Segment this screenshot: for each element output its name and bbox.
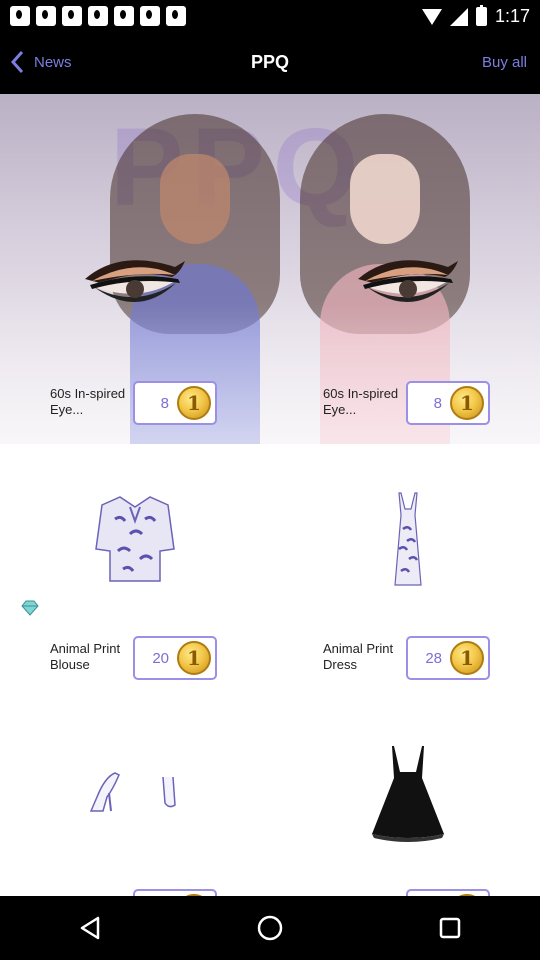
price-button[interactable]: 20 1 — [133, 636, 217, 680]
music-notification-icon — [114, 6, 134, 26]
shop-item[interactable]: Animal Print Blouse 20 1 — [0, 439, 270, 689]
music-notification-icon — [166, 6, 186, 26]
status-bar: 1:17 — [0, 0, 540, 32]
shop-item[interactable]: 60s In-spired Eye... 8 1 — [0, 184, 270, 434]
top-nav-bar: News PPQ Buy all — [0, 32, 540, 94]
price-button[interactable]: 8 1 — [406, 381, 490, 425]
system-nav-bar — [0, 896, 540, 960]
price-value: 28 — [425, 649, 442, 667]
price-button[interactable]: 28 1 — [406, 636, 490, 680]
item-name: 60s In-spired Eye... — [323, 386, 399, 417]
eye-makeup-icon — [0, 184, 270, 384]
system-recents-button[interactable] — [430, 908, 470, 948]
coin-icon: 1 — [177, 386, 211, 420]
coin-icon: 1 — [450, 641, 484, 675]
price-button[interactable]: 8 1 — [133, 381, 217, 425]
price-value: 8 — [160, 394, 169, 412]
page-title: PPQ — [250, 52, 289, 72]
notification-icons — [10, 6, 186, 26]
price-value: 20 — [152, 649, 169, 667]
music-notification-icon — [88, 6, 108, 26]
price-button[interactable]: 1 — [406, 889, 490, 896]
signal-icon — [449, 7, 468, 26]
system-home-button[interactable] — [250, 908, 290, 948]
shop-item[interactable]: 1 — [0, 692, 270, 896]
coin-icon: 1 — [177, 641, 211, 675]
music-notification-icon — [10, 6, 30, 26]
square-recents-icon — [439, 917, 461, 939]
buy-all-button[interactable]: Buy all — [482, 54, 527, 71]
status-time: 1:17 — [494, 6, 530, 26]
shop-item[interactable]: 1 — [273, 692, 540, 896]
dress-icon — [273, 439, 540, 639]
coin-icon: 1 — [450, 386, 484, 420]
price-button[interactable]: 1 — [133, 889, 217, 896]
item-name: 60s In-spired Eye... — [50, 386, 126, 417]
triangle-back-icon — [80, 916, 100, 940]
shop-item[interactable]: Animal Print Dress 28 1 — [273, 439, 540, 689]
heels-icon — [0, 692, 270, 892]
music-notification-icon — [140, 6, 160, 26]
item-name: Animal Print Blouse — [50, 641, 121, 672]
system-back-button[interactable] — [70, 908, 110, 948]
wifi-icon — [421, 8, 442, 25]
eye-makeup-icon — [273, 184, 540, 384]
gem-icon[interactable] — [20, 600, 40, 616]
battery-icon — [475, 5, 487, 26]
shop-content: PPQ 60s In-spired Eye... 8 1 — [0, 94, 540, 896]
shop-item[interactable]: 60s In-spired Eye... 8 1 — [273, 184, 540, 434]
black-dress-icon — [273, 692, 540, 892]
circle-home-icon — [257, 915, 283, 941]
music-notification-icon — [62, 6, 82, 26]
item-name: Animal Print Dress — [323, 641, 394, 672]
price-value: 8 — [433, 394, 442, 412]
music-notification-icon — [36, 6, 56, 26]
blouse-icon — [0, 439, 270, 639]
